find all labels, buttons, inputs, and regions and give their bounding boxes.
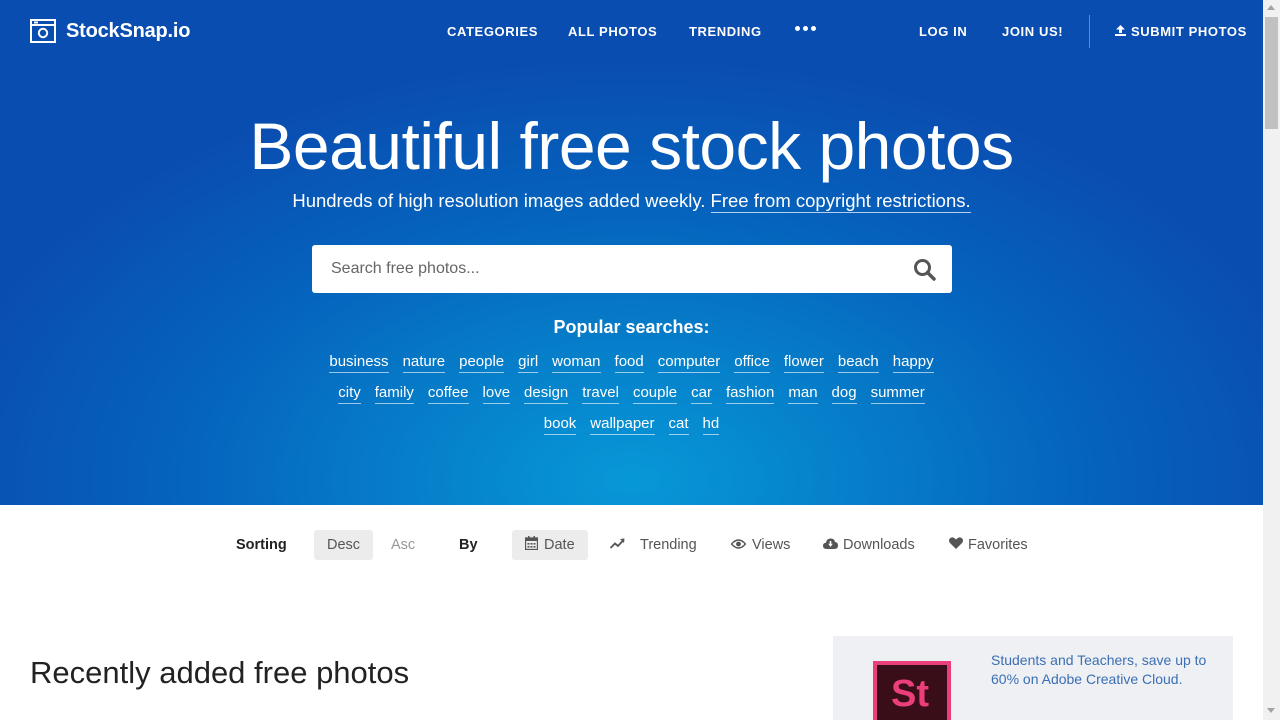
popular-tag-link[interactable]: dog bbox=[831, 384, 857, 404]
trending-icon bbox=[609, 537, 625, 553]
popular-tag-link[interactable]: nature bbox=[402, 353, 446, 373]
logo[interactable]: StockSnap.io bbox=[30, 19, 190, 43]
popular-tag-link[interactable]: food bbox=[614, 353, 644, 373]
hero-subtitle: Hundreds of high resolution images added… bbox=[0, 190, 1263, 213]
search-icon[interactable] bbox=[913, 258, 936, 286]
popular-tag-link[interactable]: business bbox=[329, 353, 389, 373]
nav-all-photos[interactable]: ALL PHOTOS bbox=[568, 24, 657, 39]
camera-logo-icon bbox=[30, 19, 56, 43]
popular-tag-link[interactable]: coffee bbox=[427, 384, 469, 404]
popular-tag-link[interactable]: travel bbox=[582, 384, 619, 404]
popular-tag-link[interactable]: people bbox=[459, 353, 505, 373]
sort-views-label: Views bbox=[752, 537, 791, 553]
popular-tags-row: city family coffee love design travel couple ca… bbox=[0, 384, 1263, 404]
sorting-label: Sorting bbox=[236, 530, 287, 560]
upload-icon bbox=[1115, 24, 1126, 39]
popular-tag-link[interactable]: happy bbox=[892, 353, 934, 373]
calendar-icon bbox=[524, 536, 539, 554]
sort-by-trending-button[interactable]: Trending bbox=[609, 530, 697, 560]
hero-banner: StockSnap.io CATEGORIES ALL PHOTOS TREND… bbox=[0, 0, 1263, 505]
popular-tag-link[interactable]: car bbox=[691, 384, 712, 404]
popular-searches-title: Popular searches: bbox=[553, 317, 710, 337]
sort-downloads-label: Downloads bbox=[843, 537, 915, 553]
eye-icon bbox=[730, 537, 747, 553]
vertical-scrollbar[interactable] bbox=[1263, 0, 1280, 720]
popular-tag-link[interactable]: hd bbox=[702, 415, 720, 435]
search-input[interactable] bbox=[312, 245, 892, 293]
adobe-stock-logo: St bbox=[873, 661, 951, 720]
popular-tag-link[interactable]: fashion bbox=[725, 384, 775, 404]
submit-photos-button[interactable]: SUBMIT PHOTOS bbox=[1115, 24, 1247, 39]
popular-tag-link[interactable]: city bbox=[338, 384, 361, 404]
sort-by-date-button[interactable]: Date bbox=[512, 530, 588, 560]
scrollbar-thumb[interactable] bbox=[1265, 17, 1278, 129]
popular-tag-link[interactable]: girl bbox=[518, 353, 539, 373]
sort-desc-button[interactable]: Desc bbox=[314, 530, 374, 560]
cloud-download-icon bbox=[823, 537, 838, 553]
more-menu-icon[interactable] bbox=[795, 26, 816, 31]
popular-tag-link[interactable]: beach bbox=[837, 353, 879, 373]
adobe-ad[interactable]: St Students and Teachers, save up to 60%… bbox=[833, 636, 1233, 720]
popular-tag-link[interactable]: love bbox=[482, 384, 511, 404]
scroll-up-arrow-icon[interactable] bbox=[1267, 5, 1275, 10]
join-link[interactable]: JOIN US! bbox=[1002, 24, 1063, 39]
logo-text: StockSnap.io bbox=[66, 19, 191, 42]
nav-divider bbox=[1089, 15, 1090, 48]
popular-tag-link[interactable]: wallpaper bbox=[590, 415, 655, 435]
popular-tag-link[interactable]: office bbox=[734, 353, 770, 373]
submit-photos-label: SUBMIT PHOTOS bbox=[1131, 24, 1247, 39]
sort-desc-label: Desc bbox=[314, 530, 374, 560]
popular-tag-link[interactable]: design bbox=[524, 384, 569, 404]
popular-tag-link[interactable]: family bbox=[374, 384, 414, 404]
heart-icon bbox=[949, 537, 963, 553]
sort-by-label: By bbox=[459, 530, 478, 560]
popular-tag-link[interactable]: summer bbox=[870, 384, 925, 404]
popular-tags-row: business nature people girl woman food compute… bbox=[0, 353, 1263, 373]
sort-asc-button[interactable]: Asc bbox=[391, 530, 415, 560]
search-box bbox=[312, 245, 952, 293]
sort-by-downloads-button[interactable]: Downloads bbox=[823, 530, 915, 560]
sort-trending-label: Trending bbox=[640, 537, 697, 553]
sort-by-text: By bbox=[459, 537, 478, 553]
sort-asc-label: Asc bbox=[391, 537, 416, 553]
sorting-label-text: Sorting bbox=[236, 537, 287, 553]
sort-date-label: Date bbox=[544, 537, 575, 553]
sort-by-favorites-button[interactable]: Favorites bbox=[949, 530, 1028, 560]
copyright-link[interactable]: Free from copyright restrictions. bbox=[710, 190, 971, 213]
scroll-down-arrow-icon[interactable] bbox=[1267, 708, 1275, 713]
popular-tag-link[interactable]: flower bbox=[783, 353, 824, 373]
popular-tag-link[interactable]: computer bbox=[657, 353, 721, 373]
hero-title: Beautiful free stock photos bbox=[249, 109, 1014, 183]
sort-by-views-button[interactable]: Views bbox=[730, 530, 791, 560]
hero-subtitle-text: Hundreds of high resolution images added… bbox=[292, 190, 706, 211]
sort-favorites-label: Favorites bbox=[968, 537, 1028, 553]
nav-trending[interactable]: TRENDING bbox=[689, 24, 762, 39]
nav-categories[interactable]: CATEGORIES bbox=[447, 24, 538, 39]
popular-tag-link[interactable]: cat bbox=[668, 415, 689, 435]
section-title: Recently added free photos bbox=[30, 655, 410, 690]
ad-text-link[interactable]: Students and Teachers, save up to 60% on… bbox=[991, 651, 1216, 689]
popular-tags-row: book wallpaper cat hd bbox=[0, 415, 1263, 435]
popular-tag-link[interactable]: couple bbox=[632, 384, 678, 404]
popular-tag-link[interactable]: book bbox=[543, 415, 577, 435]
popular-tag-link[interactable]: man bbox=[788, 384, 818, 404]
popular-tag-link[interactable]: woman bbox=[552, 353, 601, 373]
login-link[interactable]: LOG IN bbox=[919, 24, 967, 39]
